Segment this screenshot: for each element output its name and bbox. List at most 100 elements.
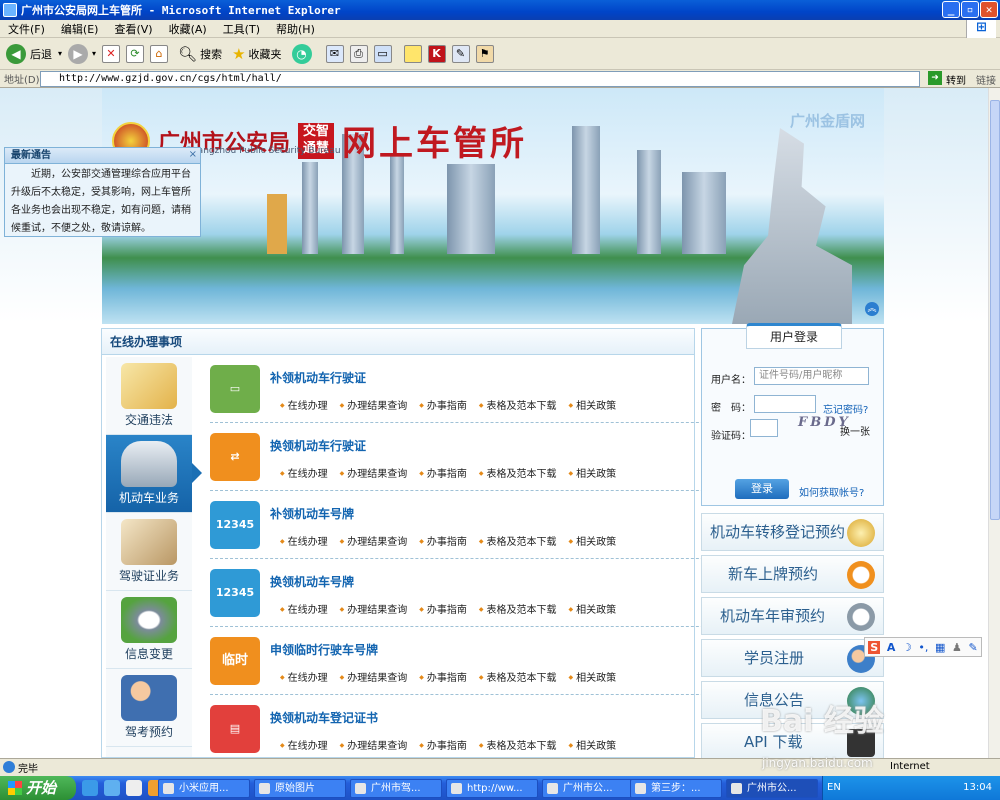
menu-view[interactable]: 查看(V) <box>106 21 160 37</box>
service-title[interactable]: 换领机动车号牌 <box>270 573 354 590</box>
link-policy[interactable]: 相关政策 <box>569 669 616 684</box>
ie-quicklaunch-icon[interactable] <box>82 780 98 796</box>
link-online[interactable]: 在线办理 <box>280 397 328 412</box>
print-button[interactable]: ⎙ <box>349 44 368 63</box>
user-icon[interactable]: ♟ <box>952 641 962 654</box>
quick-annual-inspection[interactable]: 机动车年审预约 <box>701 597 884 635</box>
refresh-captcha-link[interactable]: 换一张 <box>840 423 870 438</box>
menu-edit[interactable]: 编辑(E) <box>53 21 107 37</box>
link-policy[interactable]: 相关政策 <box>569 397 616 412</box>
forgot-password-link[interactable]: 忘记密码? <box>823 401 868 416</box>
category-vehicle-business[interactable]: 机动车业务 <box>106 435 202 513</box>
note-button[interactable] <box>403 44 422 63</box>
forward-dropdown-icon[interactable]: ▾ <box>92 49 96 58</box>
ime-mode-icon[interactable]: A <box>887 641 896 654</box>
link-form-download[interactable]: 表格及范本下载 <box>479 465 557 480</box>
collapse-up-icon[interactable]: ︽ <box>865 302 879 316</box>
service-title[interactable]: 补领机动车行驶证 <box>270 369 366 386</box>
close-button[interactable]: ✕ <box>980 1 998 18</box>
link-policy[interactable]: 相关政策 <box>569 465 616 480</box>
go-arrow-icon[interactable]: ➜ <box>928 71 942 85</box>
back-button[interactable]: ◀ 后退 ▾ <box>6 43 62 64</box>
quick-student-register[interactable]: 学员注册 <box>701 639 884 677</box>
sogou-icon[interactable]: S <box>868 640 881 654</box>
refresh-button[interactable]: ⟳ <box>126 44 145 63</box>
history-button[interactable]: ◔ <box>291 43 312 64</box>
service-title[interactable]: 换领机动车登记证书 <box>270 709 378 726</box>
stop-button[interactable]: ✕ <box>102 44 121 63</box>
menu-help[interactable]: 帮助(H) <box>268 21 323 37</box>
browser-quicklaunch-icon[interactable] <box>104 780 120 796</box>
link-online[interactable]: 在线办理 <box>280 601 328 616</box>
forward-button[interactable]: ▶ ▾ <box>68 43 96 64</box>
quick-new-car-plate[interactable]: 新车上牌预约 <box>701 555 884 593</box>
category-traffic-violation[interactable]: 交通违法 <box>106 357 192 435</box>
menu-file[interactable]: 文件(F) <box>0 21 53 37</box>
service-title[interactable]: 补领机动车号牌 <box>270 505 354 522</box>
search-button[interactable]: 🔍︎ 搜索 <box>178 45 222 63</box>
menu-favorites[interactable]: 收藏(A) <box>161 21 215 37</box>
link-guide[interactable]: 办事指南 <box>419 465 467 480</box>
link-online[interactable]: 在线办理 <box>280 737 328 752</box>
link-online[interactable]: 在线办理 <box>280 465 328 480</box>
task-button[interactable]: 广州市公... <box>726 779 818 798</box>
service-title[interactable]: 申领临时行驶车号牌 <box>270 641 378 658</box>
link-policy[interactable]: 相关政策 <box>569 601 616 616</box>
link-result-query[interactable]: 办理结果查询 <box>340 669 407 684</box>
link-guide[interactable]: 办事指南 <box>419 397 467 412</box>
captcha-input[interactable] <box>750 419 778 437</box>
maximize-button[interactable]: ▫ <box>961 1 979 18</box>
address-input[interactable]: http://www.gzjd.gov.cn/cgs/html/hall/ <box>40 71 920 87</box>
quick-transfer-booking[interactable]: 机动车转移登记预约 <box>701 513 884 551</box>
category-license-business[interactable]: 驾驶证业务 <box>106 513 192 591</box>
link-online[interactable]: 在线办理 <box>280 669 328 684</box>
notice-close-icon[interactable]: × <box>189 149 197 160</box>
link-policy[interactable]: 相关政策 <box>569 737 616 752</box>
link-result-query[interactable]: 办理结果查询 <box>340 397 407 412</box>
link-guide[interactable]: 办事指南 <box>419 601 467 616</box>
scrollbar-thumb[interactable] <box>990 100 1000 520</box>
password-input[interactable] <box>754 395 816 413</box>
edit-button[interactable]: ▭ <box>373 44 392 63</box>
username-input[interactable]: 证件号码/用户昵称 <box>754 367 869 385</box>
task-button[interactable]: 原始图片 <box>254 779 346 798</box>
mail-button[interactable]: ✉ <box>325 44 344 63</box>
favorites-button[interactable]: ★ 收藏夹 <box>232 45 281 63</box>
link-form-download[interactable]: 表格及范本下载 <box>479 533 557 548</box>
link-result-query[interactable]: 办理结果查询 <box>340 601 407 616</box>
link-result-query[interactable]: 办理结果查询 <box>340 465 407 480</box>
vertical-scrollbar[interactable] <box>988 88 1000 758</box>
link-guide[interactable]: 办事指南 <box>419 737 467 752</box>
punctuation-icon[interactable]: •, <box>918 641 928 654</box>
how-to-get-account-link[interactable]: 如何获取帐号? <box>799 484 864 499</box>
go-button[interactable]: 转到 <box>946 72 966 87</box>
back-dropdown-icon[interactable]: ▾ <box>58 49 62 58</box>
links-button[interactable]: 链接 <box>976 72 996 87</box>
desktop-quicklaunch-icon[interactable] <box>126 780 142 796</box>
link-form-download[interactable]: 表格及范本下载 <box>479 397 557 412</box>
link-online[interactable]: 在线办理 <box>280 533 328 548</box>
link-result-query[interactable]: 办理结果查询 <box>340 533 407 548</box>
settings-icon[interactable]: ✎ <box>968 641 977 654</box>
link-policy[interactable]: 相关政策 <box>569 533 616 548</box>
task-button[interactable]: 第三步：... <box>630 779 722 798</box>
keyboard-icon[interactable]: ▦ <box>935 641 945 654</box>
half-width-icon[interactable]: ☽ <box>902 641 912 654</box>
task-button[interactable]: 广州市公... <box>542 779 634 798</box>
jindun-link[interactable]: 广州金盾网 <box>790 110 865 131</box>
link-form-download[interactable]: 表格及范本下载 <box>479 669 557 684</box>
link-result-query[interactable]: 办理结果查询 <box>340 737 407 752</box>
login-button[interactable]: 登录 <box>735 479 789 499</box>
task-button[interactable]: http://ww... <box>446 779 538 798</box>
task-button[interactable]: 广州市驾... <box>350 779 442 798</box>
menu-tools[interactable]: 工具(T) <box>215 21 268 37</box>
category-exam-booking[interactable]: 驾考预约 <box>106 669 192 747</box>
link-guide[interactable]: 办事指南 <box>419 669 467 684</box>
start-button[interactable]: 开始 <box>0 776 76 800</box>
messenger-button[interactable]: ✎ <box>451 44 470 63</box>
link-guide[interactable]: 办事指南 <box>419 533 467 548</box>
service-title[interactable]: 换领机动车行驶证 <box>270 437 366 454</box>
language-indicator[interactable]: EN <box>827 782 841 793</box>
clock[interactable]: 13:04 <box>963 776 992 800</box>
task-button[interactable]: 小米应用... <box>158 779 250 798</box>
